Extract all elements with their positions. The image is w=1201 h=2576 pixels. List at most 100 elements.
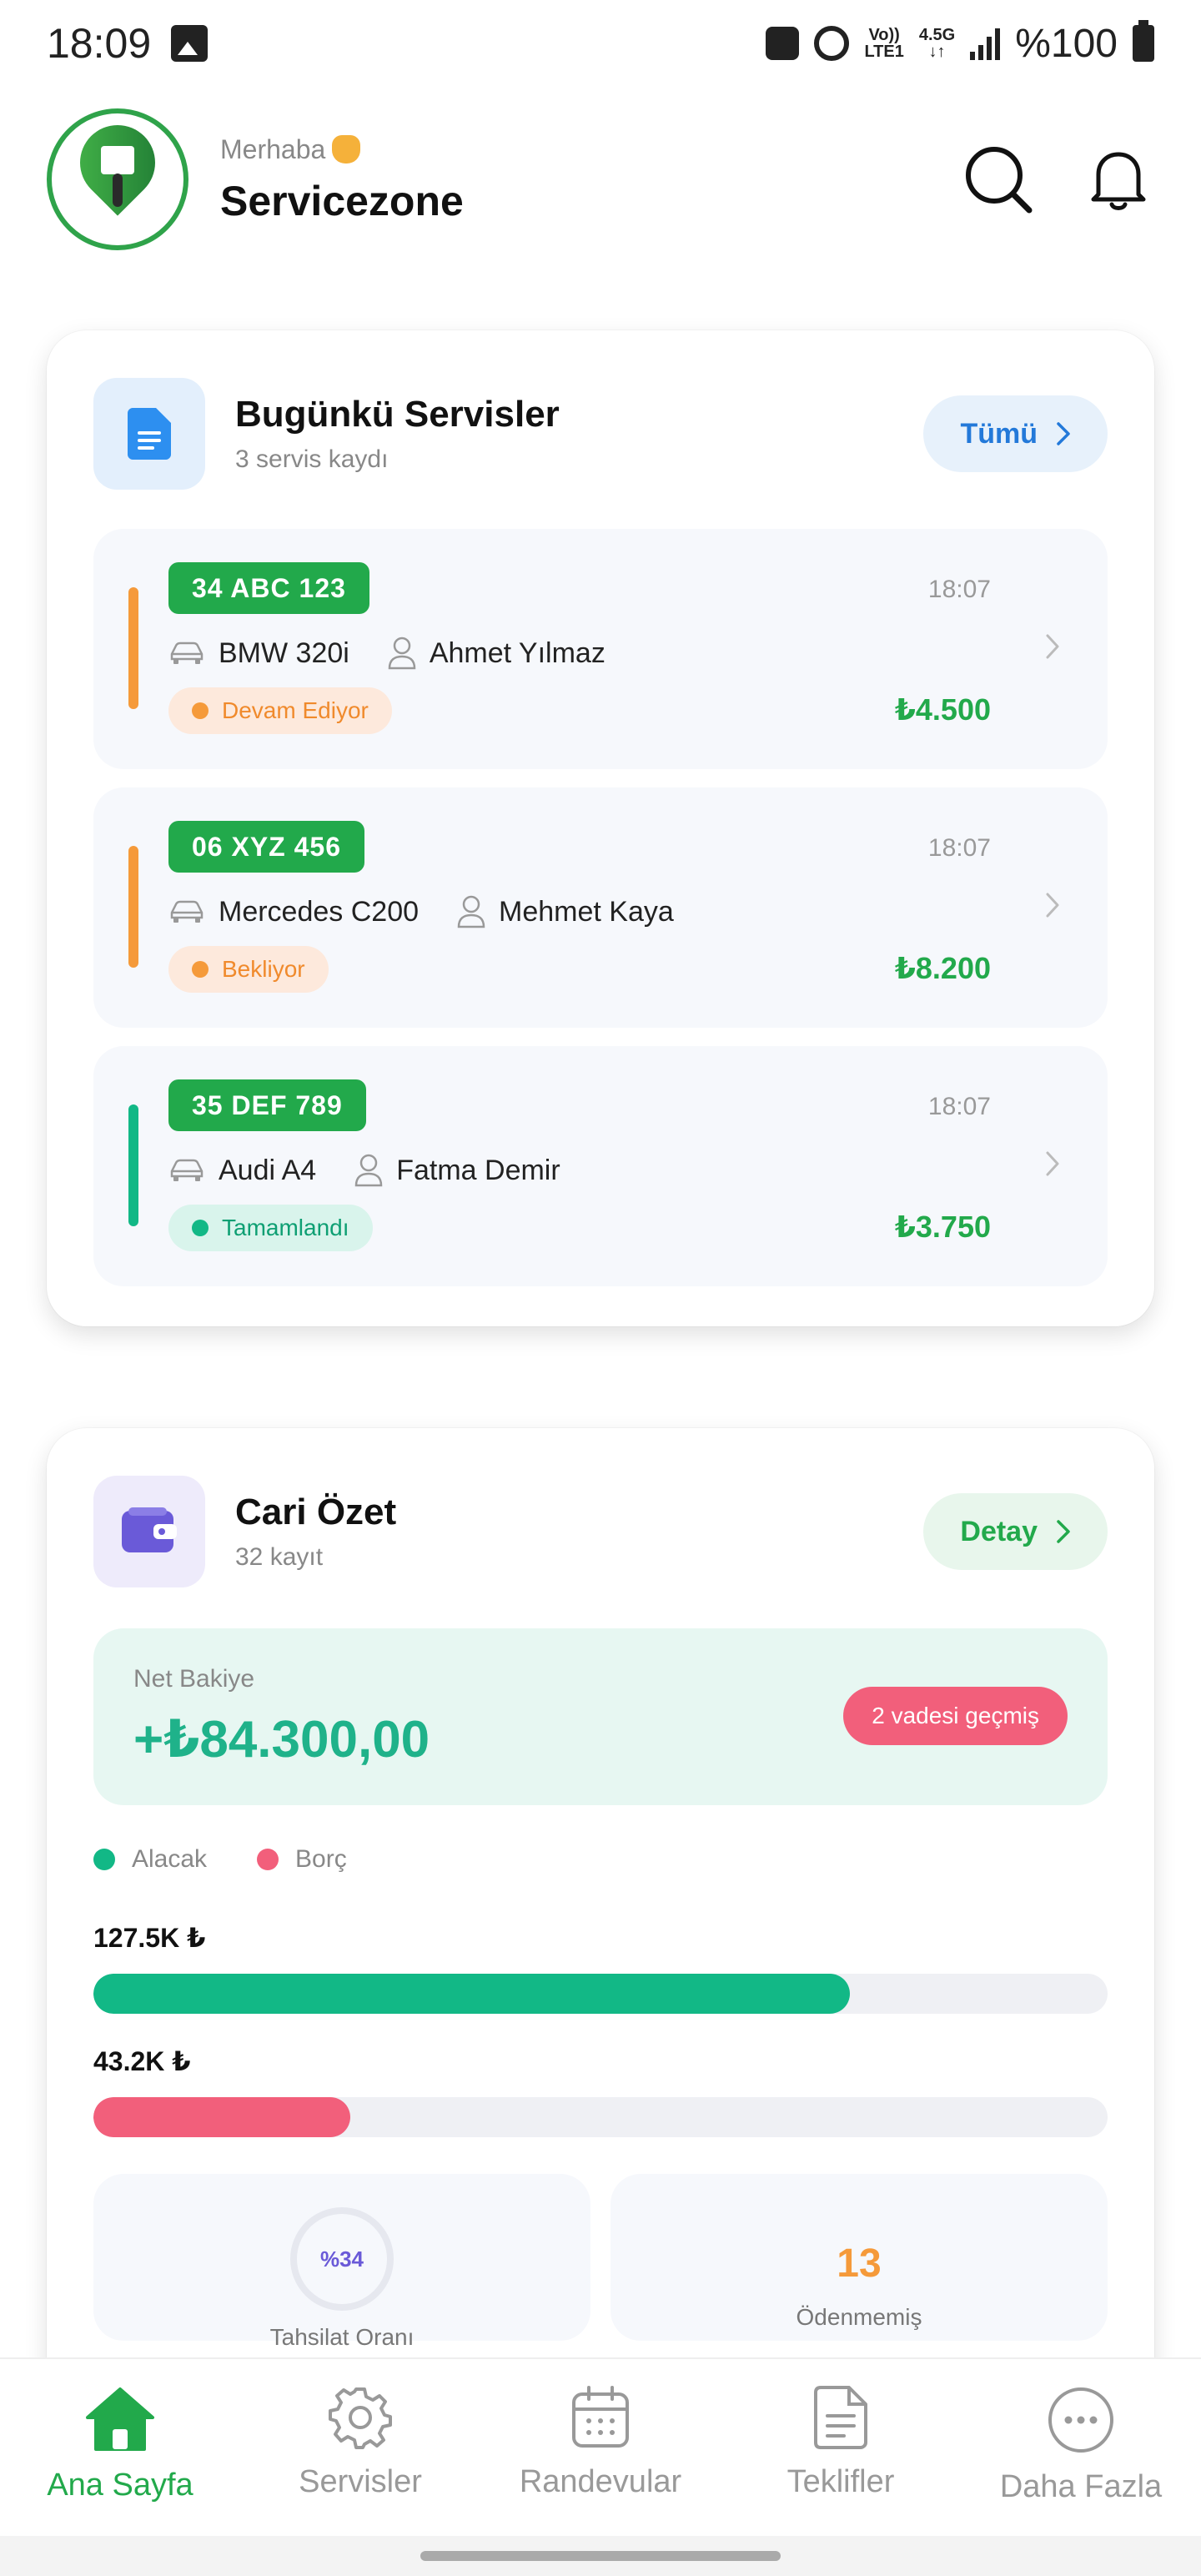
car-model: BMW 320i [219,636,349,669]
logo-pin-icon [64,109,171,234]
network-gen: 4.5G ↓↑ [919,27,955,60]
receivable-bar-track [93,1974,1108,2014]
chevron-right-icon [1044,1150,1061,1182]
collection-rate-value: %34 [319,2246,364,2272]
unpaid-label: Ödenmemiş [796,2304,922,2330]
user-icon [388,636,416,670]
network-indicator: Vo)) LTE1 [864,27,903,60]
service-amount: ₺3.750 [894,1210,991,1244]
nav-appointments[interactable]: Randevular [480,2359,721,2536]
battery-icon [1133,20,1154,62]
data-arrows-icon: ↓↑ [928,43,946,61]
legend-dot-receivable [93,1849,115,1870]
status-badge: Bekliyor [168,946,329,993]
account-card-subtitle: 32 kayıt [235,1543,324,1571]
status-bar-accent [128,846,138,968]
collection-rate-box: %34 Tahsilat Oranı [93,2174,590,2350]
lte-label: LTE1 [864,43,904,61]
legend-receivable-label: Alacak [132,1845,208,1873]
license-plate: 35 DEF 789 [168,1079,366,1131]
chevron-right-icon [1044,632,1061,665]
nav-services[interactable]: Servisler [240,2359,480,2536]
service-details: BMW 320i Ahmet Yılmaz [168,632,606,674]
unpaid-count: 13 [837,2241,882,2286]
net-balance-label: Net Bakiye [133,1665,255,1693]
nav-quotes-label: Teklifler [786,2464,895,2499]
services-card-subtitle: 3 servis kaydı [235,445,389,473]
status-label: Tamamlandı [222,1215,349,1240]
all-services-button[interactable]: Tümü [923,395,1108,472]
greeting-text: Merhaba [220,133,326,164]
account-card-titles: Cari Özet 32 kayıt [235,1492,396,1572]
collection-rate-ring: %34 [290,2207,394,2311]
nav-services-label: Servisler [299,2464,422,2499]
greeting-block: Merhaba Servicezone [220,134,464,225]
services-icon-tile [93,378,205,490]
customer-name: Mehmet Kaya [499,895,674,928]
account-card-header: Cari Özet 32 kayıt Detay [93,1475,1108,1588]
search-button[interactable] [961,142,1036,217]
document-icon [128,408,171,460]
services-card-title: Bugünkü Servisler [235,394,560,435]
document-icon [814,2386,867,2449]
legend-debt-label: Borç [295,1845,347,1873]
customer-name: Fatma Demir [396,1154,560,1186]
notifications-button[interactable] [1081,142,1156,217]
net-balance-box: Net Bakiye +₺84.300,00 2 vadesi geçmiş [93,1628,1108,1805]
nav-quotes[interactable]: Teklifler [721,2359,961,2536]
service-item[interactable]: 06 XYZ 456 18:07 Mercedes C200 Mehmet Ka… [93,787,1108,1028]
nav-appointments-label: Randevular [519,2464,682,2499]
car-model: Mercedes C200 [219,895,420,928]
service-amount: ₺8.200 [894,951,991,985]
receivable-bar-fill [93,1974,851,2014]
service-amount: ₺4.500 [894,692,991,727]
status-dot [192,1220,209,1236]
service-item[interactable]: 35 DEF 789 18:07 Audi A4 Fatma Demir Tam… [93,1046,1108,1286]
nav-more-label: Daha Fazla [999,2469,1163,2504]
recycle-icon [766,27,800,60]
nav-more[interactable]: Daha Fazla [961,2359,1201,2536]
car-model: Audi A4 [219,1154,317,1186]
legend-dot-debt [257,1849,279,1870]
legend-debt: Borç [257,1845,347,1874]
status-label: Bekliyor [222,956,305,982]
unpaid-box: 13 Ödenmemiş [611,2174,1108,2341]
more-icon [1048,2387,1113,2453]
service-time: 18:07 [927,1093,991,1120]
detail-button[interactable]: Detay [923,1493,1108,1570]
user-icon [354,1154,383,1187]
brand-name: Servicezone [220,177,464,224]
wallet-icon [122,1507,177,1552]
user-icon [457,895,485,928]
account-card-title: Cari Özet [235,1492,397,1532]
debt-bar-track [93,2097,1108,2137]
header-actions [961,142,1156,217]
alarm-icon [814,26,850,61]
home-gesture-bar[interactable] [420,2551,781,2561]
nav-home[interactable]: Ana Sayfa [0,2359,240,2536]
status-label: Devam Ediyor [222,697,369,723]
network-gen-label: 4.5G [918,26,956,44]
status-bar-accent [128,1104,138,1226]
app-screen: 18:09 Vo)) LTE1 4.5G ↓↑ %100 Merhaba Ser… [0,0,1201,2576]
volte-label: Vo)) [868,26,900,44]
calendar-icon [572,2386,629,2448]
services-card-header: Bugünkü Servisler 3 servis kaydı Tümü [93,377,1108,491]
signal-icon [970,27,1001,60]
nav-home-label: Ana Sayfa [47,2468,193,2503]
legend-receivable: Alacak [93,1845,207,1874]
status-bar-accent [128,587,138,709]
overdue-badge[interactable]: 2 vadesi geçmiş [843,1687,1068,1745]
service-time: 18:07 [927,834,991,862]
waving-hand-icon [332,135,361,164]
gallery-icon [171,25,209,62]
bell-icon [1091,152,1146,210]
status-bar: 18:09 Vo)) LTE1 4.5G ↓↑ %100 [0,0,1201,87]
service-item[interactable]: 34 ABC 123 18:07 BMW 320i Ahmet Yılmaz D… [93,529,1108,769]
home-icon [86,2387,154,2451]
license-plate: 34 ABC 123 [168,562,369,614]
customer-name: Ahmet Yılmaz [429,636,606,669]
license-plate: 06 XYZ 456 [168,821,364,873]
todays-services-card: Bugünkü Servisler 3 servis kaydı Tümü 34… [47,330,1154,1326]
collection-rate-label: Tahsilat Oranı [269,2324,415,2350]
